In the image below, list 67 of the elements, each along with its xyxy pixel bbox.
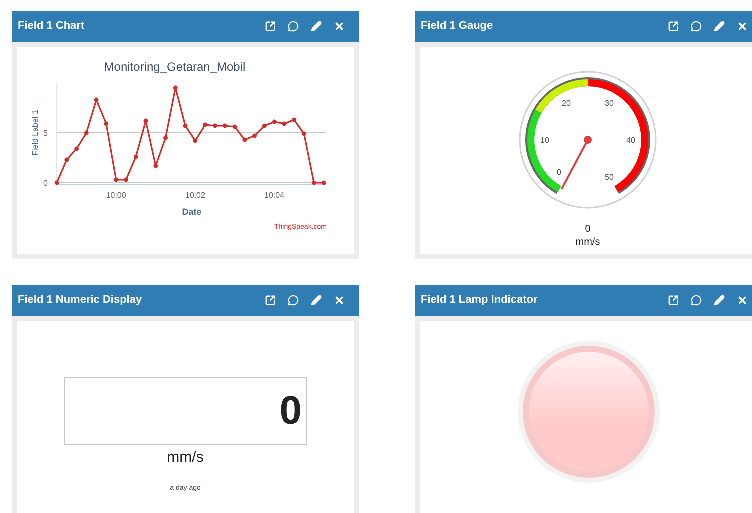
- close-icon[interactable]: [737, 295, 748, 306]
- x-tick-label: 10:02: [185, 191, 206, 200]
- gauge-tick-label: 10: [540, 136, 550, 145]
- data-point: [173, 86, 178, 90]
- data-point: [262, 124, 267, 128]
- data-point: [64, 158, 70, 162]
- numeric-value: 0: [280, 391, 302, 431]
- data-point: [164, 136, 168, 140]
- gauge-unit: mm/s: [576, 237, 600, 248]
- data-point: [302, 132, 306, 136]
- panel-title: Field 1 Numeric Display: [18, 293, 142, 308]
- open-external-icon[interactable]: [265, 21, 276, 32]
- data-point: [74, 146, 79, 152]
- data-point: [183, 124, 188, 128]
- data-point: [84, 130, 89, 136]
- unit-label: mm/s: [167, 448, 204, 468]
- gauge-tick-label: 0: [557, 168, 562, 177]
- comment-icon[interactable]: [691, 21, 702, 32]
- data-point: [282, 122, 287, 126]
- data-point: [144, 118, 148, 124]
- data-point: [124, 178, 128, 182]
- gauge-tick-label: 20: [562, 98, 571, 108]
- y-tick-label: 0: [44, 179, 48, 188]
- data-point: [213, 124, 218, 128]
- data-point: [312, 180, 316, 186]
- data-point: [94, 98, 99, 102]
- gauge-needle: [560, 136, 592, 190]
- data-point: [193, 138, 198, 144]
- data-point: [252, 134, 257, 138]
- comment-icon[interactable]: [288, 21, 299, 32]
- open-external-icon[interactable]: [668, 295, 679, 306]
- close-icon[interactable]: [334, 295, 345, 306]
- open-external-icon[interactable]: [668, 21, 679, 32]
- data-point: [54, 180, 60, 186]
- x-axis-label: Date: [182, 207, 202, 217]
- pencil-icon[interactable]: [714, 295, 725, 306]
- close-icon[interactable]: [334, 21, 345, 32]
- panel-title: Field 1 Chart: [18, 19, 85, 34]
- close-icon[interactable]: [737, 21, 748, 32]
- comment-icon[interactable]: [288, 295, 299, 306]
- y-axis-label: Field Label 1: [31, 110, 40, 156]
- data-point: [154, 164, 158, 168]
- open-external-icon[interactable]: [265, 295, 276, 306]
- comment-icon[interactable]: [691, 295, 702, 306]
- panel-title: Field 1 Gauge: [421, 19, 494, 34]
- x-tick-label: 10:04: [264, 191, 285, 200]
- gauge-value: 0: [585, 224, 591, 235]
- data-point: [232, 124, 238, 130]
- data-point: [104, 122, 109, 126]
- pencil-icon[interactable]: [311, 21, 322, 32]
- panel-title: Field 1 Lamp Indicator: [421, 293, 538, 308]
- gauge-tick-label: 50: [605, 173, 614, 182]
- gauge-tick-label: 30: [605, 98, 614, 108]
- pencil-icon[interactable]: [714, 21, 725, 32]
- data-point: [292, 118, 297, 122]
- data-point: [242, 138, 248, 142]
- data-point: [272, 120, 277, 124]
- data-point: [203, 122, 208, 128]
- data-point: [322, 180, 326, 186]
- chart-title: Monitoring_Getaran_Mobil: [104, 60, 246, 74]
- data-point: [134, 154, 138, 160]
- data-point: [114, 178, 119, 182]
- pencil-icon[interactable]: [311, 295, 322, 306]
- gauge-tick-label: 40: [626, 136, 636, 145]
- data-point: [222, 124, 228, 128]
- x-tick-label: 10:00: [106, 191, 126, 200]
- y-tick-label: 5: [44, 129, 48, 138]
